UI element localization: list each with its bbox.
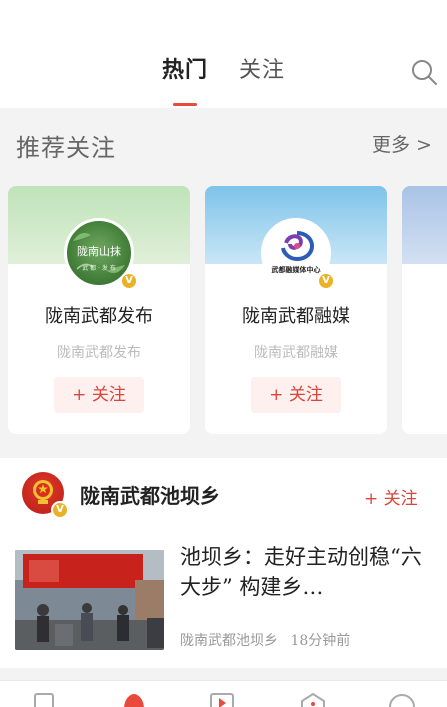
news-headline[interactable]: 池坝乡：走好主动创稳“六大步” 构建乡… — [180, 542, 430, 602]
news-meta: 陇南武都池坝乡 18分钟前 — [180, 630, 358, 650]
news-card[interactable]: V 陇南武都池坝乡 + 关注 池坝乡：走好主动创稳“六大步” 构建乡… 陇南武都… — [0, 458, 447, 668]
news-thumbnail[interactable] — [15, 550, 164, 650]
tab-hot[interactable]: 热门 — [162, 56, 208, 86]
follow-button[interactable]: + 关注 — [364, 484, 418, 509]
avatar-logo-subtext: 武 都 · 发 布 — [82, 265, 116, 272]
recommend-card-partial[interactable] — [402, 186, 447, 434]
recommended-title: 推荐关注 — [16, 134, 116, 162]
play-icon[interactable] — [209, 693, 235, 707]
news-meta-source: 陇南武都池坝乡 — [180, 633, 278, 649]
news-photo-icon — [15, 550, 164, 650]
avatar-logo-text: 武都融媒体中心 — [271, 266, 321, 274]
more-link[interactable]: 更多 > — [372, 130, 432, 157]
card-banner — [402, 186, 447, 264]
media-logo-icon — [281, 231, 314, 261]
news-source-name[interactable]: 陇南武都池坝乡 — [80, 480, 220, 509]
follow-button[interactable]: + 关注 — [54, 377, 144, 413]
profile-icon[interactable] — [389, 693, 415, 707]
card-name: 陇南武都发布 — [45, 306, 153, 327]
card-subtitle: 陇南武都融媒 — [254, 345, 338, 361]
recommend-card[interactable]: 武都融媒体中心 V 陇南武都融媒 陇南武都融媒 + 关注 — [205, 186, 387, 434]
discover-icon[interactable] — [300, 693, 326, 707]
recommended-header: 推荐关注 更多 > — [0, 116, 447, 172]
active-tab-indicator — [173, 103, 197, 106]
video-icon[interactable] — [120, 693, 148, 707]
card-subtitle: 陇南武都发布 — [57, 345, 141, 361]
top-bar: 热门 关注 — [0, 0, 447, 108]
national-emblem-icon — [33, 480, 53, 504]
news-meta-time: 18分钟前 — [290, 633, 351, 649]
search-icon[interactable] — [410, 58, 438, 86]
recommended-cards: 陇南山抹 武 都 · 发 布 V 陇南武都发布 陇南武都发布 + 关注 武都融媒… — [0, 186, 447, 436]
follow-button[interactable]: + 关注 — [251, 377, 341, 413]
verified-badge-icon: V — [120, 272, 138, 290]
verified-badge-icon: V — [317, 272, 335, 290]
home-icon[interactable] — [33, 693, 55, 707]
tab-bar: 热门 关注 — [0, 56, 447, 86]
recommend-card[interactable]: 陇南山抹 武 都 · 发 布 V 陇南武都发布 陇南武都发布 + 关注 — [8, 186, 190, 434]
tab-follow[interactable]: 关注 — [239, 56, 285, 86]
card-name: 陇南武都融媒 — [242, 306, 350, 327]
bottom-navigation — [0, 680, 447, 707]
verified-badge-icon: V — [51, 501, 69, 519]
avatar-logo-text: 陇南山抹 — [77, 245, 121, 258]
